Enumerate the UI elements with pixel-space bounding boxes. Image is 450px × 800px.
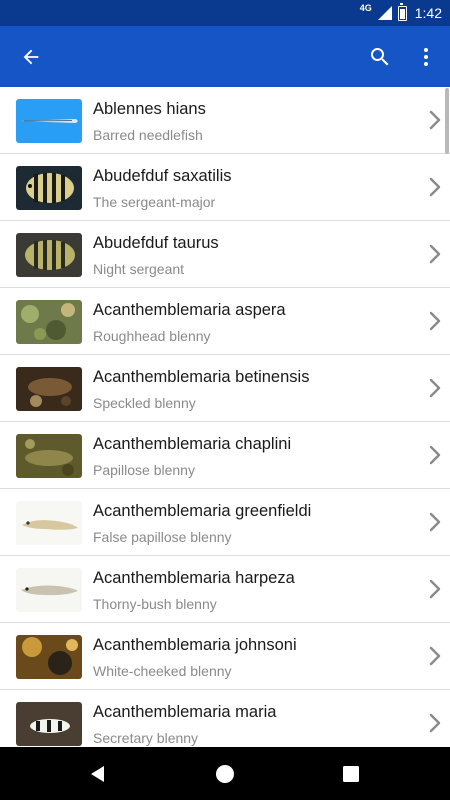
scientific-name: Acanthemblemaria maria xyxy=(93,703,277,721)
search-button[interactable] xyxy=(356,26,404,87)
scientific-name: Acanthemblemaria harpeza xyxy=(93,569,295,587)
chevron-right-icon xyxy=(429,378,441,398)
back-button[interactable] xyxy=(7,26,55,87)
scientific-name: Acanthemblemaria chaplini xyxy=(93,435,292,453)
nav-recent-icon xyxy=(343,765,359,782)
network-label: 4G xyxy=(359,3,372,13)
common-name: White-cheeked blenny xyxy=(93,663,232,679)
chevron-right-icon xyxy=(429,713,441,733)
common-name: Night sergeant xyxy=(93,261,185,277)
species-thumbnail xyxy=(16,568,82,612)
chevron-right-icon xyxy=(429,579,441,599)
search-icon xyxy=(371,47,389,65)
species-thumbnail xyxy=(16,300,82,344)
list-item[interactable]: Abudefduf saxatilis The sergeant-major xyxy=(0,154,450,221)
navigation-bar xyxy=(0,747,450,800)
nav-recent-button[interactable] xyxy=(321,747,381,800)
chevron-right-icon xyxy=(429,311,441,331)
common-name: The sergeant-major xyxy=(93,194,216,210)
common-name: Barred needlefish xyxy=(93,127,203,143)
scientific-name: Abudefduf saxatilis xyxy=(93,167,232,185)
clock: 1:42 xyxy=(414,5,442,21)
battery-level-fill xyxy=(399,9,405,19)
scientific-name: Acanthemblemaria greenfieldi xyxy=(93,502,312,520)
list-item[interactable]: Acanthemblemaria chaplini Papillose blenn… xyxy=(0,422,450,489)
scientific-name: Abudefduf taurus xyxy=(93,234,219,252)
status-bar: 4G 1:42 xyxy=(0,0,450,26)
species-list[interactable]: Ablennes hians Barred needlefish Abudefduf… xyxy=(0,87,450,747)
status-icons: 4G 1:42 xyxy=(360,0,442,26)
chevron-right-icon xyxy=(429,110,441,130)
species-thumbnail xyxy=(16,702,82,746)
nav-home-button[interactable] xyxy=(195,747,255,800)
common-name: Papillose blenny xyxy=(93,462,195,478)
nav-back-button[interactable] xyxy=(68,747,128,800)
list-item[interactable]: Acanthemblemaria aspera Roughhead blenny xyxy=(0,288,450,355)
list-item[interactable]: Abudefduf taurus Night sergeant xyxy=(0,221,450,288)
chevron-right-icon xyxy=(429,177,441,197)
scientific-name: Acanthemblemaria betinensis xyxy=(93,368,310,386)
species-thumbnail xyxy=(16,166,82,210)
back-arrow-icon xyxy=(23,49,39,64)
list-item[interactable]: Acanthemblemaria maria Secretary blenny xyxy=(0,690,450,747)
common-name: False papillose blenny xyxy=(93,529,232,545)
app-bar xyxy=(0,26,450,87)
species-thumbnail xyxy=(16,434,82,478)
list-item[interactable]: Acanthemblemaria betinensis Speckled blen… xyxy=(0,355,450,422)
chevron-right-icon xyxy=(429,646,441,666)
list-item[interactable]: Ablennes hians Barred needlefish xyxy=(0,87,450,154)
nav-back-icon xyxy=(91,765,104,782)
list-item[interactable]: Acanthemblemaria johnsoni White-cheeked b… xyxy=(0,623,450,690)
common-name: Thorny-bush blenny xyxy=(93,596,217,612)
list-item[interactable]: Acanthemblemaria harpeza Thorny-bush blen… xyxy=(0,556,450,623)
nav-home-icon xyxy=(216,764,234,783)
more-vert-icon xyxy=(424,47,428,66)
battery-icon xyxy=(397,3,407,21)
chevron-right-icon xyxy=(429,445,441,465)
list-item[interactable]: Acanthemblemaria greenfieldi False papill… xyxy=(0,489,450,556)
signal-icon xyxy=(377,6,392,20)
chevron-right-icon xyxy=(429,244,441,264)
common-name: Speckled blenny xyxy=(93,395,196,411)
species-thumbnail xyxy=(16,233,82,277)
scrollbar[interactable] xyxy=(445,88,449,154)
scientific-name: Ablennes hians xyxy=(93,100,206,118)
species-thumbnail xyxy=(16,501,82,545)
common-name: Secretary blenny xyxy=(93,730,199,746)
scientific-name: Acanthemblemaria johnsoni xyxy=(93,636,297,654)
species-thumbnail xyxy=(16,635,82,679)
common-name: Roughhead blenny xyxy=(93,328,211,344)
chevron-right-icon xyxy=(429,512,441,532)
species-thumbnail xyxy=(16,99,82,143)
species-thumbnail xyxy=(16,367,82,411)
more-options-button[interactable] xyxy=(402,26,450,87)
scientific-name: Acanthemblemaria aspera xyxy=(93,301,286,319)
